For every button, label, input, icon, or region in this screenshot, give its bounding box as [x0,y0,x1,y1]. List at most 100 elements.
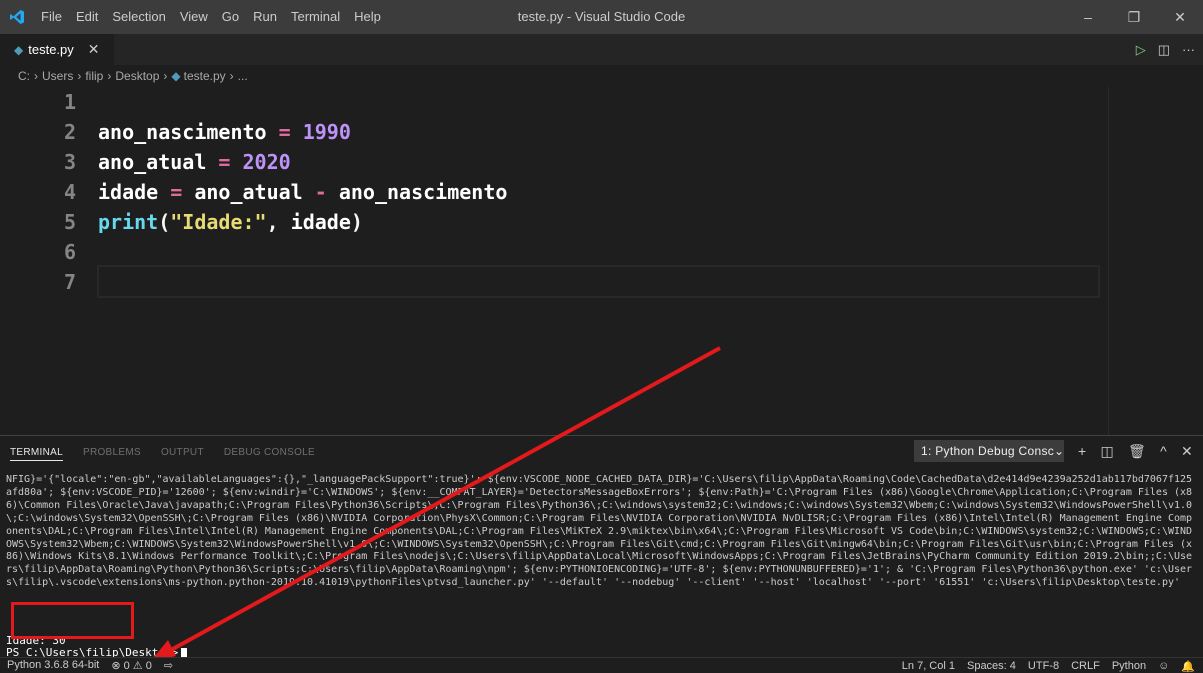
split-terminal-icon[interactable]: ◫ [1100,443,1114,460]
line-number: 6 [63,240,76,264]
code-token: = [218,150,231,174]
code-token: ano_nascimento [98,120,279,144]
breadcrumb-symbols[interactable]: ... [238,69,248,83]
code-token: = [170,180,183,204]
status-bar: Python 3.6.8 64-bit ⊗ 0 ⚠ 0 ⇨ Ln 7, Col … [0,657,1203,673]
code-token: 1990 [302,120,351,144]
trash-icon[interactable]: 🗑 [1128,443,1146,460]
tab-bar: ◆ teste.py ✕ ▷ ◫ ··· [0,34,1203,65]
breadcrumb-users[interactable]: Users [42,69,73,83]
notifications-icon[interactable]: 🔔 [1181,660,1195,673]
menu-selection[interactable]: Selection [105,0,172,34]
code-token: = [278,120,291,144]
menu-run[interactable]: Run [246,0,284,34]
close-window-button[interactable]: ✕ [1157,0,1203,34]
run-file-icon[interactable]: ▷ [1136,42,1146,58]
line-number: 3 [63,150,76,174]
encoding[interactable]: UTF-8 [1028,660,1059,672]
python-file-icon: ◆ [14,42,24,57]
close-panel-icon[interactable]: ✕ [1181,443,1193,460]
code-text: print("Idade:", idade) [98,207,363,237]
breadcrumb-file[interactable]: teste.py [184,69,226,83]
code-token: ) [350,210,363,234]
code-token: - [314,180,327,204]
chevron-right-icon: › [34,69,38,83]
tab-label: teste.py [28,42,74,57]
code-line[interactable]: 1 [0,87,1110,117]
code-line[interactable]: 6 [0,237,1110,267]
line-number: 5 [63,210,76,234]
python-file-icon: ◆ [171,69,181,83]
line-number: 2 [63,120,76,144]
menu-go[interactable]: Go [215,0,246,34]
chevron-right-icon: › [229,69,234,83]
vscode-logo-icon [0,0,34,34]
code-line[interactable]: 2 ano_nascimento = 1990 [0,117,1110,147]
code-token: 2020 [242,150,291,174]
breadcrumb-desktop[interactable]: Desktop [115,69,159,83]
terminal-selector[interactable]: 1: Python Debug Consc ⌄ [914,440,1064,462]
problems-count[interactable]: ⊗ 0 ⚠ 0 [111,659,151,672]
breadcrumb: C: › Users › filip › Desktop › ◆ teste.py ›... [0,65,1203,87]
chevron-down-icon: ⌄ [1054,444,1064,458]
breadcrumb-filip[interactable]: filip [85,69,103,83]
code-text: idade = ano_atual - ano_nascimento [98,177,507,207]
menu-file[interactable]: File [34,0,69,34]
menu-terminal[interactable]: Terminal [284,0,347,34]
code-token: "Idade:" [170,210,267,234]
code-token: idade [98,180,171,204]
close-tab-icon[interactable]: ✕ [88,41,100,58]
split-editor-icon[interactable]: ◫ [1158,42,1170,58]
minimize-button[interactable]: – [1065,0,1111,34]
feedback-icon[interactable]: ☺ [1158,660,1169,672]
maximize-panel-icon[interactable]: ^ [1160,443,1167,459]
new-terminal-icon[interactable]: + [1078,443,1086,459]
code-text: ano_nascimento = 1990 [98,117,351,147]
code-token: ano_nascimento [326,180,508,204]
code-token: ( [158,210,171,234]
live-share-icon[interactable]: ⇨ [164,659,173,672]
terminal-selector-label: 1: Python Debug Consc [921,444,1055,458]
editor-actions: ▷ ◫ ··· [1136,34,1195,65]
code-text: ano_atual = 2020 [98,147,291,177]
menu-view[interactable]: View [173,0,215,34]
line-ending[interactable]: CRLF [1071,660,1100,672]
line-number: 1 [63,90,76,114]
code-token: ano_atual [182,180,315,204]
code-token: print [98,210,159,234]
panel-header: TERMINAL PROBLEMS OUTPUT DEBUG CONSOLE 1… [0,436,1203,468]
code-token: ano_atual [98,150,219,174]
line-number: 7 [63,270,76,294]
tab-teste-py[interactable]: ◆ teste.py ✕ [0,34,115,65]
menu-bar: File Edit Selection View Go Run Terminal Help [34,0,388,34]
menu-edit[interactable]: Edit [69,0,105,34]
more-actions-icon[interactable]: ··· [1182,42,1195,57]
code-token: idade [290,210,351,234]
tab-problems[interactable]: PROBLEMS [73,436,151,468]
chevron-right-icon: › [107,69,112,83]
code-line[interactable]: 5 print("Idade:", idade) [0,207,1110,237]
tab-terminal[interactable]: TERMINAL [0,436,73,468]
code-editor[interactable]: 1 2 ano_nascimento = 1990 3 ano_atual = 2020… [0,87,1203,435]
tab-output[interactable]: OUTPUT [151,436,214,468]
terminal-output[interactable]: NFIG}='{"locale":"en-gb","availableLangu… [6,474,1198,590]
python-interpreter[interactable]: Python 3.6.8 64-bit [7,659,99,672]
terminal-panel: TERMINAL PROBLEMS OUTPUT DEBUG CONSOLE 1… [0,435,1203,658]
code-line[interactable]: 4 idade = ano_atual - ano_nascimento [0,177,1110,207]
title-bar: File Edit Selection View Go Run Terminal Help t… [0,0,1203,34]
chevron-right-icon: › [77,69,82,83]
cursor-position[interactable]: Ln 7, Col 1 [902,660,955,672]
maximize-button[interactable]: ❐ [1111,0,1157,34]
indentation[interactable]: Spaces: 4 [967,660,1016,672]
panel-actions: 1: Python Debug Consc ⌄ + ◫ 🗑 ^ ✕ [914,440,1193,462]
line-number: 4 [63,180,76,204]
breadcrumb-drive[interactable]: C: [18,69,30,83]
code-line[interactable]: 3 ano_atual = 2020 [0,147,1110,177]
code-token: , [266,210,291,234]
tab-debug-console[interactable]: DEBUG CONSOLE [214,436,325,468]
language-mode[interactable]: Python [1112,660,1146,672]
code-line[interactable]: 7 [0,267,1110,297]
menu-help[interactable]: Help [347,0,388,34]
